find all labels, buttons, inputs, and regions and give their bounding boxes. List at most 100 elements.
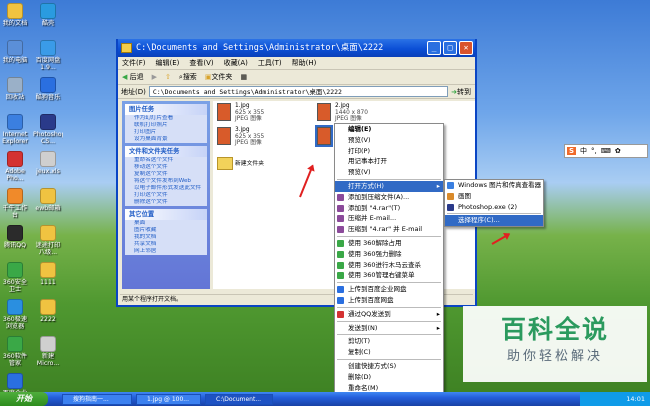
menu-item-label: 创建快捷方式(S): [348, 361, 397, 370]
context-menu-item[interactable]: 发送到(N): [335, 323, 443, 334]
context-menu-item[interactable]: 添加到压缩文件(A)...: [335, 192, 443, 203]
context-menu-item[interactable]: 预览(V): [335, 135, 443, 146]
context-menu-item[interactable]: 使用 360强力删除: [335, 249, 443, 260]
desktop-icon[interactable]: 腾讯QQ: [0, 224, 30, 261]
context-menu-item[interactable]: 删除(D): [335, 372, 443, 383]
menu-item[interactable]: 收藏(A): [224, 57, 248, 69]
context-menu-item[interactable]: 复制(C): [335, 347, 443, 358]
context-menu-item[interactable]: 压缩并 E-mail...: [335, 213, 443, 224]
menu-item[interactable]: 文件(F): [122, 57, 146, 69]
desktop-icon[interactable]: 百度网盘 1.9...: [33, 39, 63, 76]
minimize-button[interactable]: _: [427, 41, 441, 55]
back-button[interactable]: ◀ 后退: [122, 72, 144, 82]
search-button[interactable]: ⌕搜索: [179, 72, 197, 82]
context-menu-item[interactable]: 剪切(T): [335, 336, 443, 347]
views-button[interactable]: ▦: [240, 73, 247, 81]
taskbar-button-2[interactable]: 1.jpg @ 100...: [136, 393, 201, 405]
context-menu-item[interactable]: 画图: [445, 191, 543, 202]
task-link[interactable]: 联机打印照片: [125, 122, 207, 129]
address-input[interactable]: C:\Documents and Settings\Administrator\…: [148, 86, 449, 97]
folders-button[interactable]: ▣文件夹: [205, 72, 233, 82]
start-button[interactable]: 开始: [0, 392, 48, 406]
task-panel: 其它位置 桌面 图片收藏 我的文档 共享文档 网上邻居: [125, 209, 207, 255]
desktop-icon[interactable]: jeux.xls: [33, 150, 63, 187]
context-menu-item[interactable]: Photoshop.exe (2): [445, 202, 543, 213]
context-menu-item[interactable]: 预览(V): [335, 167, 443, 178]
context-menu-item[interactable]: 使用 360管理右键菜单: [335, 270, 443, 281]
desktop-icon[interactable]: 2222: [33, 298, 63, 335]
task-panel: 文件和文件夹任务 重命名这个文件 移动这个文件 复制这个文件 将这个文件发布到Web 以电…: [125, 146, 207, 206]
context-menu-item[interactable]: 打印(P): [335, 146, 443, 157]
address-label: 地址(D): [121, 87, 146, 96]
context-menu-item[interactable]: 选择程序(C)...: [445, 215, 543, 227]
desktop-icon[interactable]: 360软件管家: [0, 335, 30, 372]
context-menu-item[interactable]: 压缩到 "4.rar" 并 E-mail: [335, 224, 443, 235]
desktop-icon[interactable]: 酷壳: [33, 2, 63, 39]
desktop-icon[interactable]: Photoshop CS...: [33, 113, 63, 150]
desktop-icon[interactable]: 360极速浏览器: [0, 298, 30, 335]
context-menu-item[interactable]: 使用 360解除占用: [335, 238, 443, 249]
task-link[interactable]: 网上邻居: [125, 248, 207, 255]
context-menu-item[interactable]: 使用 360进行木马云查杀: [335, 260, 443, 271]
file-item[interactable]: 新建文件夹: [217, 157, 307, 179]
desktop-icon[interactable]: Internet Explorer: [0, 113, 30, 150]
desktop-icon[interactable]: 我的文档: [0, 2, 30, 39]
task-link[interactable]: 作为幻灯片查看: [125, 115, 207, 122]
maximize-button[interactable]: □: [443, 41, 457, 55]
ime-toolbar[interactable]: S 中 °, ⌨ ✿: [564, 144, 648, 158]
taskbar-button-3[interactable]: C:\Document...: [205, 393, 273, 405]
context-menu-item[interactable]: 添加到 "4.rar"(T): [335, 203, 443, 214]
task-panel-title[interactable]: 文件和文件夹任务: [125, 146, 207, 157]
desktop-icon[interactable]: 酷狗音乐: [33, 76, 63, 113]
file-item[interactable]: 2.jpg 1440 x 870 JPEG 图像: [317, 103, 407, 125]
desktop-icon[interactable]: 1111: [33, 261, 63, 298]
desktop-icon-label: ewb邮箱: [35, 205, 61, 212]
up-button[interactable]: ⇧: [165, 73, 171, 81]
file-item[interactable]: 3.jpg 625 x 355 JPEG 图像: [217, 127, 307, 149]
desktop-icon[interactable]: Adobe Pho...: [0, 150, 30, 187]
task-link[interactable]: 桌面: [125, 220, 207, 227]
title-bar[interactable]: C:\Documents and Settings\Administrator\…: [118, 39, 475, 57]
desktop-icon[interactable]: ewb邮箱: [33, 187, 63, 224]
desktop-icon[interactable]: 新建Micro...: [33, 335, 63, 372]
context-menu-item[interactable]: 编辑(E): [335, 124, 443, 135]
task-link[interactable]: 以电子邮件形式发送此文件: [125, 185, 207, 192]
task-link[interactable]: 打印图片: [125, 129, 207, 136]
desktop-icon-glyph-icon: [7, 262, 23, 278]
task-link[interactable]: 图片收藏: [125, 227, 207, 234]
context-menu-item[interactable]: 打开方式(H): [335, 180, 443, 192]
forward-button[interactable]: ▶: [152, 73, 157, 81]
menu-item[interactable]: 查看(V): [189, 57, 213, 69]
task-link[interactable]: 删除这个文件: [125, 199, 207, 206]
context-menu-item[interactable]: 用记事本打开: [335, 156, 443, 167]
desktop-icon[interactable]: 迷途打印八级...: [33, 224, 63, 261]
menu-item[interactable]: 帮助(H): [292, 57, 317, 69]
desktop-icon[interactable]: 360安全卫士: [0, 261, 30, 298]
desktop-icon[interactable]: 千牛工作台: [0, 187, 30, 224]
desktop-icon[interactable]: 我的电脑: [0, 39, 30, 76]
context-menu-item[interactable]: 创建快捷方式(S): [335, 361, 443, 372]
desktop-icon-glyph-icon: [7, 3, 23, 19]
context-menu-item[interactable]: 上传到百度企业网盘: [335, 284, 443, 295]
context-menu-item[interactable]: 上传到百度网盘: [335, 295, 443, 306]
task-link[interactable]: 重命名这个文件: [125, 157, 207, 164]
task-link[interactable]: 我的文档: [125, 234, 207, 241]
file-item[interactable]: 1.jpg 625 x 355 JPEG 图像: [217, 103, 307, 125]
task-link[interactable]: 复制这个文件: [125, 171, 207, 178]
desktop-icon[interactable]: 回收站: [0, 76, 30, 113]
skin-icon: ✿: [614, 147, 621, 155]
context-menu-item[interactable]: 通过QQ发送到: [335, 309, 443, 320]
menu-item[interactable]: 工具(T): [258, 57, 282, 69]
go-button[interactable]: ➜转到: [451, 87, 475, 97]
task-link[interactable]: 共享文档: [125, 241, 207, 248]
task-panel-title[interactable]: 图片任务: [125, 104, 207, 115]
task-link[interactable]: 打印这个文件: [125, 192, 207, 199]
menu-item[interactable]: 编辑(E): [156, 57, 180, 69]
context-menu-item[interactable]: Windows 图片和传真查看器: [445, 180, 543, 191]
close-button[interactable]: ✕: [459, 41, 473, 55]
task-panel-title[interactable]: 其它位置: [125, 209, 207, 220]
task-link[interactable]: 将这个文件发布到Web: [125, 178, 207, 185]
taskbar-button-1[interactable]: 搜狗指南一...: [62, 393, 132, 405]
task-link[interactable]: 设为桌面背景: [125, 136, 207, 143]
task-link[interactable]: 移动这个文件: [125, 164, 207, 171]
